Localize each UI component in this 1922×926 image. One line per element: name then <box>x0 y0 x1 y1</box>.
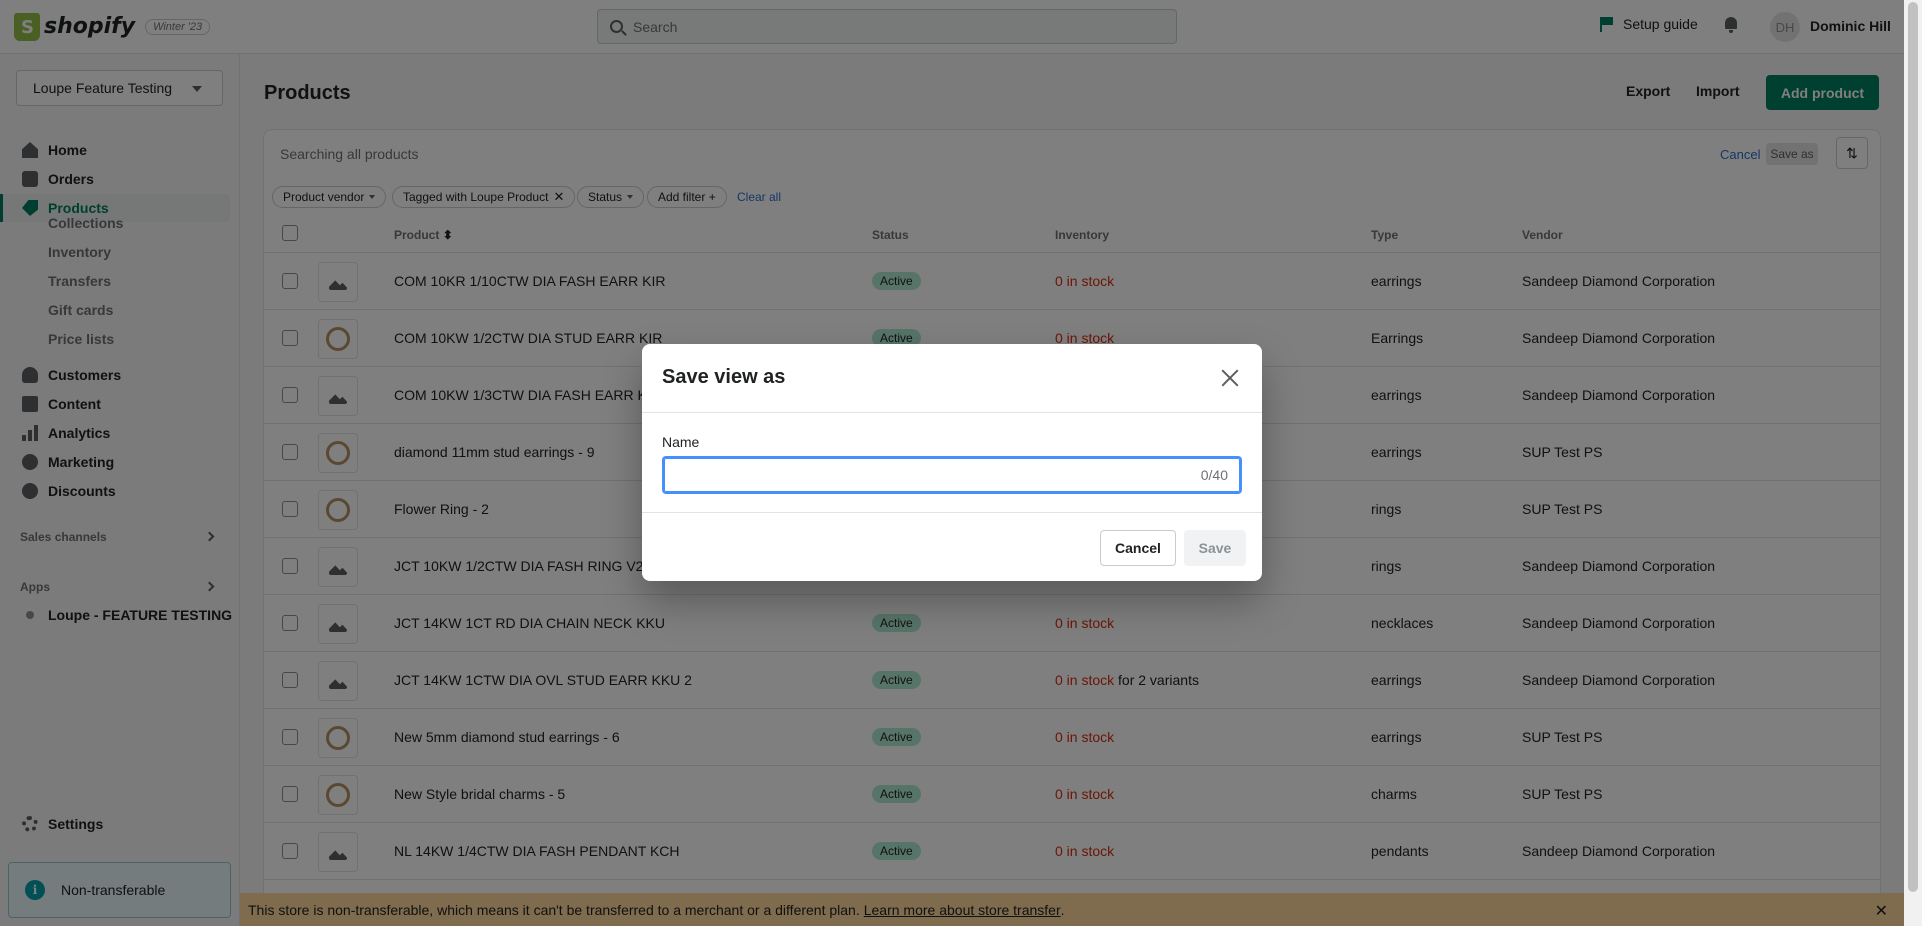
save-button[interactable]: Save <box>1184 530 1246 566</box>
save-view-modal: Save view as Name 0/40 Cancel Save <box>642 344 1262 581</box>
divider <box>642 412 1262 413</box>
scrollbar[interactable] <box>1904 0 1922 926</box>
modal-title: Save view as <box>662 366 786 388</box>
cancel-button[interactable]: Cancel <box>1100 530 1176 566</box>
scrollbar-thumb[interactable] <box>1908 2 1918 892</box>
name-label: Name <box>662 434 700 450</box>
close-icon[interactable] <box>1218 366 1242 390</box>
view-name-input[interactable]: 0/40 <box>662 456 1242 494</box>
divider <box>642 512 1262 513</box>
character-count: 0/40 <box>1200 467 1228 483</box>
